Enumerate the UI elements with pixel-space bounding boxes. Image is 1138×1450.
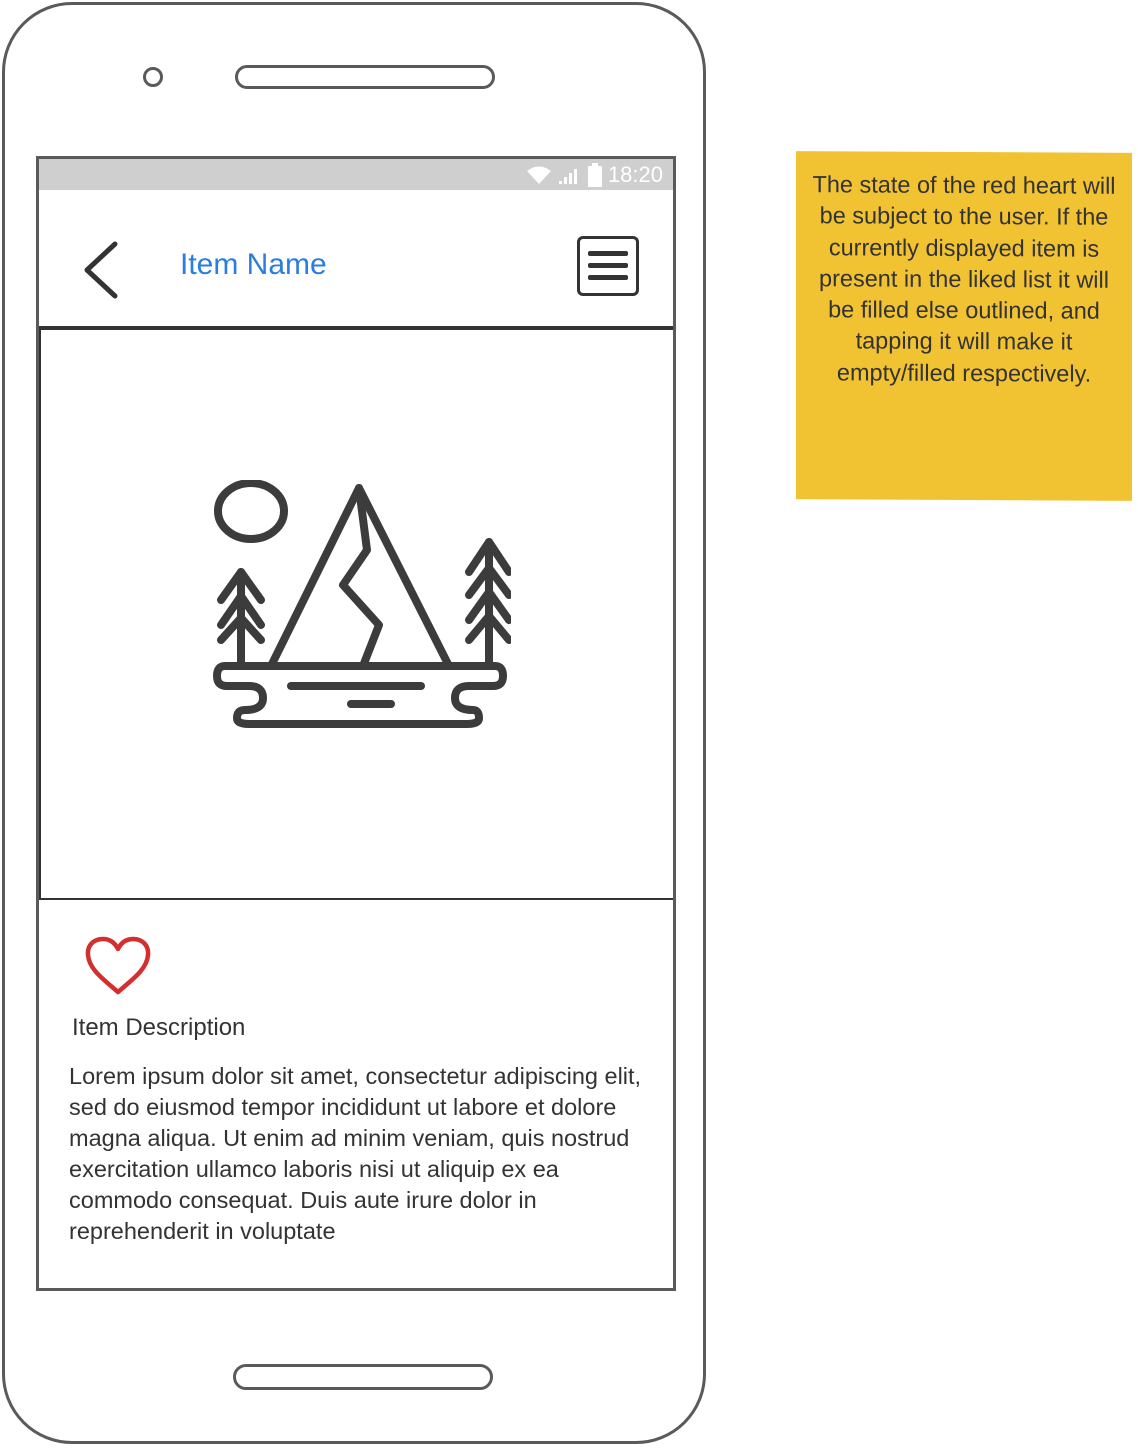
annotation-text: The state of the red heart will be subje…	[812, 171, 1116, 387]
item-image	[39, 328, 673, 900]
like-heart-button[interactable]	[83, 935, 153, 997]
app-bar: Item Name	[39, 190, 673, 328]
speaker-grille	[235, 65, 495, 89]
battery-icon	[587, 163, 602, 187]
camera-icon	[143, 67, 163, 87]
item-description-body: Lorem ipsum dolor sit amet, consectetur …	[69, 1063, 642, 1244]
phone-screen: 18:20 Item Name Item Description Lorem i…	[36, 156, 676, 1291]
status-time: 18:20	[607, 162, 663, 187]
back-button[interactable]	[77, 240, 127, 300]
page-title: Item Name	[180, 248, 327, 281]
annotation-sticky-note: The state of the red heart will be subje…	[796, 151, 1132, 501]
heart-outline-icon	[85, 936, 151, 995]
home-button[interactable]	[233, 1364, 493, 1390]
landscape-image-placeholder-icon	[213, 480, 511, 728]
status-bar: 18:20	[39, 159, 673, 190]
status-icons: 18:20	[526, 162, 663, 188]
hamburger-menu-icon	[588, 251, 628, 280]
signal-icon	[558, 169, 577, 184]
chevron-left-icon	[84, 241, 118, 299]
menu-button[interactable]	[577, 236, 639, 296]
item-description-heading: Item Description	[72, 1014, 246, 1041]
wifi-icon	[526, 166, 551, 184]
